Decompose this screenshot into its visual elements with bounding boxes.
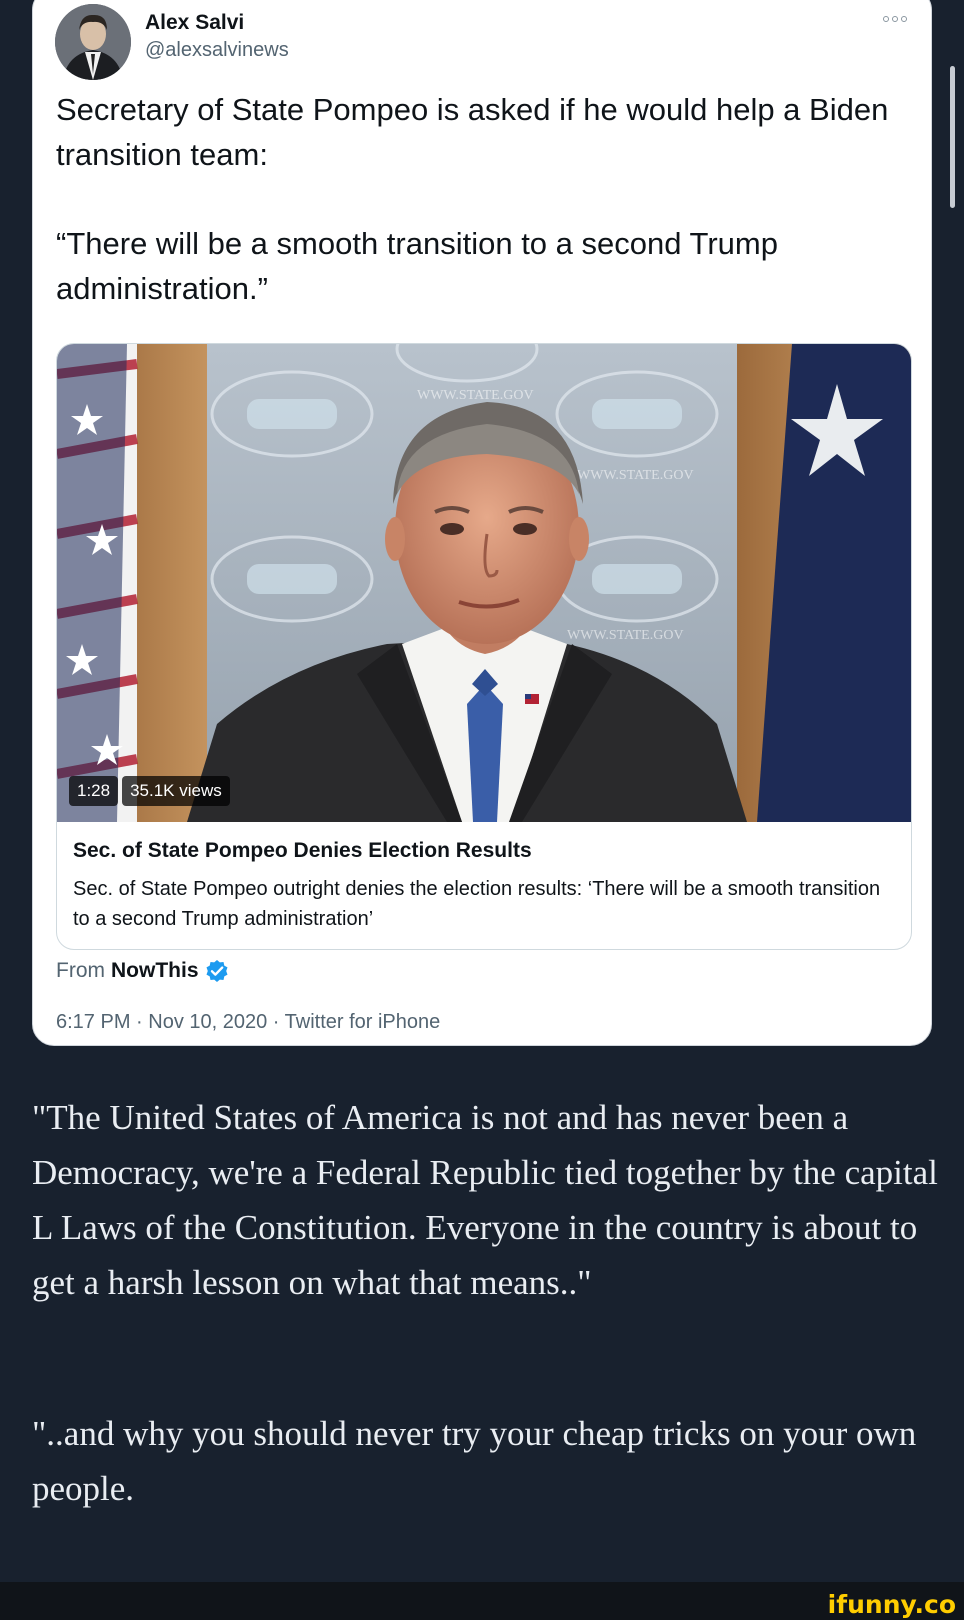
comment-paragraph-2: "..and why you should never try your che… (32, 1414, 917, 1508)
svg-text:WWW.STATE.GOV: WWW.STATE.GOV (577, 468, 694, 483)
tweet-text-line-2: “There will be a smooth transition to a … (56, 226, 778, 306)
from-source-link[interactable]: NowThis (111, 959, 199, 983)
from-line: From NowThis (56, 959, 229, 983)
video-duration: 1:28 (69, 776, 119, 806)
verified-badge-icon (206, 960, 227, 982)
more-options-icon[interactable] (883, 11, 909, 27)
comment-paragraph-1: "The United States of America is not and… (32, 1098, 938, 1302)
video-badge: 1:28 35.1K views (69, 776, 230, 806)
author-name[interactable]: Alex Salvi (145, 11, 244, 35)
tweet-card[interactable]: Alex Salvi @alexsalvinews Secretary of S… (32, 0, 932, 1046)
scrollbar[interactable] (950, 66, 955, 208)
video-views: 35.1K views (122, 776, 230, 806)
tweet-text-line-1: Secretary of State Pompeo is asked if he… (56, 92, 889, 172)
footer-bar (0, 1582, 964, 1620)
tweet-timestamp[interactable]: 6:17 PM · Nov 10, 2020 · Twitter for iPh… (56, 1011, 440, 1034)
svg-text:WWW.STATE.GOV: WWW.STATE.GOV (417, 388, 534, 403)
svg-text:WWW.STATE.GOV: WWW.STATE.GOV (567, 628, 684, 643)
author-avatar[interactable] (55, 4, 131, 80)
from-prefix: From (56, 959, 105, 982)
ifunny-watermark: ifunny.co (827, 1590, 956, 1619)
card-description: Sec. of State Pompeo outright denies the… (73, 878, 881, 930)
author-handle[interactable]: @alexsalvinews (145, 39, 289, 62)
video-thumbnail[interactable]: WWW.STATE.GOV WWW.STATE.GOV WWW.STATE.GO… (57, 344, 911, 822)
card-title[interactable]: Sec. of State Pompeo Denies Election Res… (73, 839, 532, 863)
link-card[interactable]: WWW.STATE.GOV WWW.STATE.GOV WWW.STATE.GO… (56, 343, 912, 950)
